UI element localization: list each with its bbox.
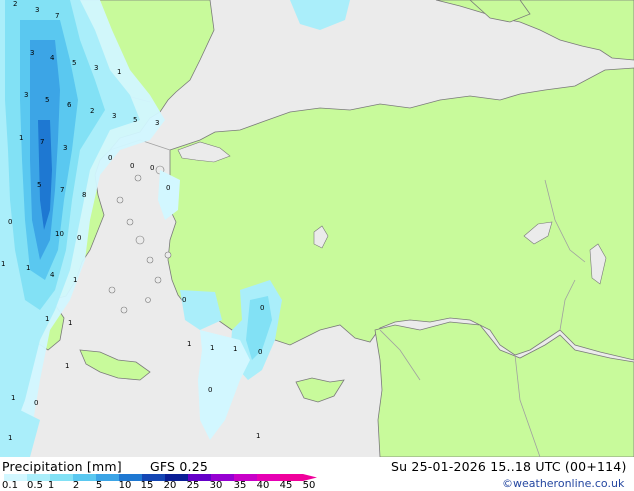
valid-time: Su 25-01-2026 15..18 UTC (00+114): [391, 459, 627, 474]
grid-value-label: 5: [133, 116, 137, 124]
precipitation-map: 2373453 135623 5 31 73578101411 11110000 0001 1…: [0, 0, 634, 457]
model-name: GFS 0.25: [150, 459, 208, 474]
grid-value-label: 1: [19, 134, 23, 142]
legend-tick-label: 40: [256, 480, 270, 491]
grid-value-label: 1: [11, 394, 15, 402]
grid-value-label: 7: [55, 12, 59, 20]
legend-tick-label: 1: [47, 480, 55, 491]
grid-value-label: 7: [60, 186, 64, 194]
grid-value-label: 2: [13, 0, 17, 8]
grid-value-label: 1: [210, 344, 214, 352]
grid-value-label: 6: [67, 101, 72, 109]
legend-tick-label: 10: [118, 480, 132, 491]
grid-value-label: 7: [40, 138, 44, 146]
grid-value-label: 1: [187, 340, 191, 348]
grid-value-label: 0: [130, 162, 134, 170]
grid-value-label: 1: [256, 432, 260, 440]
grid-value-label: 0: [77, 234, 81, 242]
grid-value-label: 0: [208, 386, 212, 394]
grid-value-label: 1: [26, 264, 30, 272]
grid-value-label: 3: [24, 91, 28, 99]
grid-value-label: 0: [260, 304, 264, 312]
grid-value-label: 4: [50, 54, 55, 62]
grid-value-label: 2: [90, 107, 94, 115]
legend-tick-label: 0.5: [27, 480, 43, 491]
grid-value-label: 4: [50, 271, 55, 279]
credit-link[interactable]: ©weatheronline.co.uk: [502, 477, 624, 490]
grid-value-label: 1: [1, 260, 5, 268]
grid-value-label: 0: [108, 154, 112, 162]
grid-value-label: 5: [37, 181, 41, 189]
legend-tick-label: 20: [163, 480, 177, 491]
grid-value-label: 3: [155, 119, 159, 127]
legend-tick-label: 5: [95, 480, 103, 491]
grid-value-label: 10: [55, 230, 64, 238]
grid-value-label: 1: [65, 362, 69, 370]
grid-value-label: 8: [82, 191, 86, 199]
grid-value-label: 1: [45, 315, 49, 323]
product-title: Precipitation [mm]: [2, 459, 122, 474]
grid-value-label: 5: [45, 96, 49, 104]
legend-tick-label: 35: [233, 480, 247, 491]
grid-value-label: 0: [182, 296, 186, 304]
grid-value-label: 5: [72, 59, 76, 67]
grid-value-label: 3: [35, 6, 39, 14]
legend-tick-label: 2: [72, 480, 80, 491]
grid-value-label: 3: [112, 112, 116, 120]
grid-value-label: 1: [68, 319, 72, 327]
legend-tick-label: 25: [186, 480, 200, 491]
grid-value-label: 0: [150, 164, 154, 172]
grid-value-label: 3: [94, 64, 98, 72]
legend-tick-label: 0.1: [2, 480, 18, 491]
grid-value-label: 1: [8, 434, 12, 442]
legend-tick-label: 45: [279, 480, 293, 491]
legend-tick-label: 15: [140, 480, 154, 491]
grid-value-label: 3: [63, 144, 67, 152]
grid-value-label: 0: [34, 399, 38, 407]
legend-tick-label: 30: [209, 480, 223, 491]
grid-value-label: 1: [233, 345, 237, 353]
legend-tick-label: 50: [302, 480, 316, 491]
grid-value-label: 3: [30, 49, 34, 57]
grid-value-label: 1: [73, 276, 77, 284]
grid-value-label: 1: [117, 68, 121, 76]
grid-value-label: 0: [8, 218, 12, 226]
grid-value-label: 0: [258, 348, 262, 356]
grid-value-label: 0: [166, 184, 170, 192]
